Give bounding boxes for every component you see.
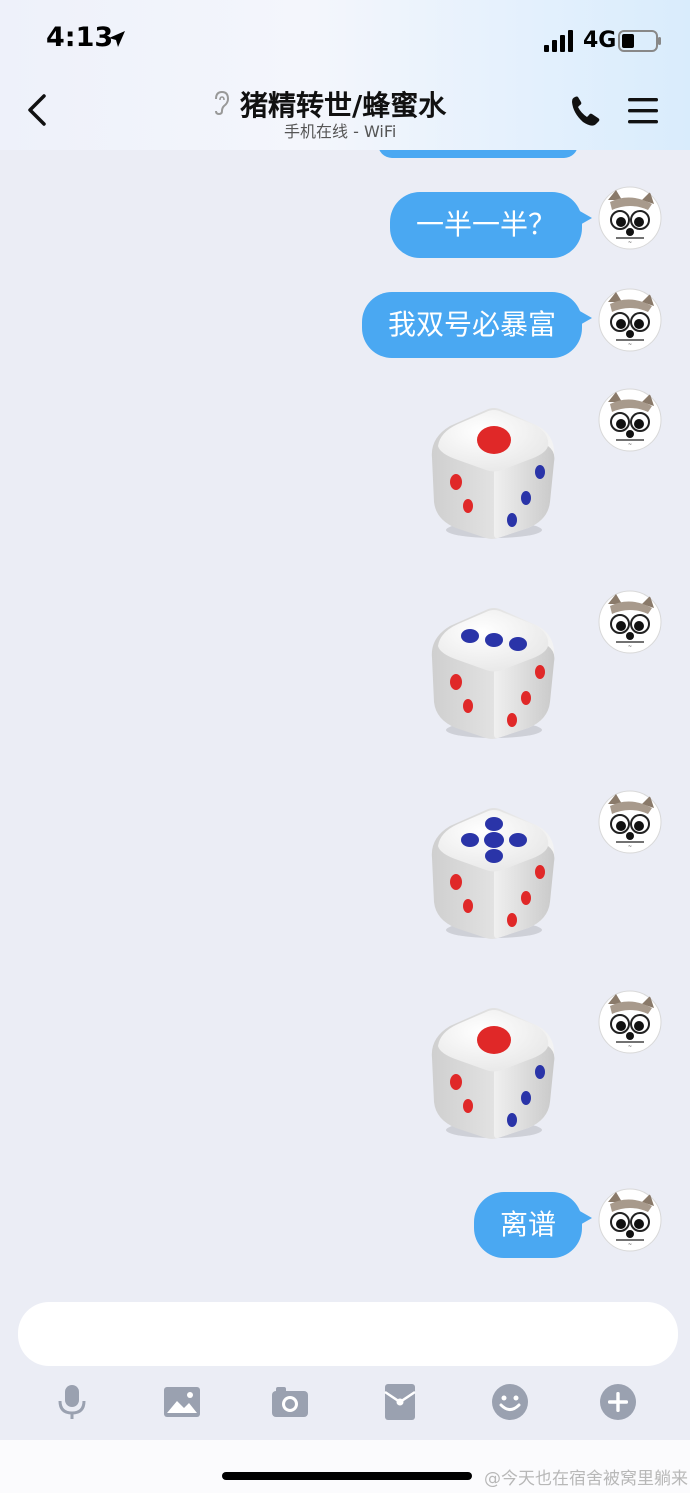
location-arrow-icon <box>109 31 125 47</box>
avatar[interactable] <box>598 1188 662 1252</box>
home-indicator[interactable] <box>222 1472 472 1480</box>
message-input[interactable] <box>18 1302 678 1366</box>
menu-icon[interactable] <box>626 96 660 126</box>
microphone-icon[interactable] <box>52 1382 92 1422</box>
ear-icon <box>215 90 230 116</box>
avatar[interactable] <box>598 990 662 1054</box>
home-indicator-area: @今天也在宿舍被窝里躺来 <box>0 1440 690 1493</box>
top-bar: 4:13 4G 猪精转世/蜂蜜水 手机在线 - WiFi <box>0 0 690 150</box>
camera-icon[interactable] <box>270 1382 310 1422</box>
signal-icon <box>544 30 573 52</box>
image-icon[interactable] <box>162 1382 202 1422</box>
dice-message[interactable] <box>428 602 558 742</box>
input-bar <box>0 1290 690 1440</box>
watermark: @今天也在宿舍被窝里躺来 <box>484 1469 688 1489</box>
avatar[interactable] <box>598 186 662 250</box>
avatar[interactable] <box>598 590 662 654</box>
status-time: 4:13 <box>46 22 114 53</box>
message-bubble[interactable]: 离谱 <box>473 1192 593 1258</box>
plus-icon[interactable] <box>598 1382 638 1422</box>
red-packet-icon[interactable] <box>380 1382 420 1422</box>
message-bubble[interactable]: 一半一半？ <box>389 192 593 258</box>
chat-message-list[interactable]: 一半一半？ 我双号必暴富 离谱 <box>0 0 690 1290</box>
dice-message[interactable] <box>428 1002 558 1142</box>
battery-icon <box>618 30 661 52</box>
message-bubble[interactable]: 我双号必暴富 <box>361 292 593 358</box>
network-type: 4G <box>583 28 617 53</box>
chat-status-subtitle: 手机在线 - WiFi <box>284 122 397 141</box>
avatar[interactable] <box>598 288 662 352</box>
avatar[interactable] <box>598 790 662 854</box>
dice-message[interactable] <box>428 802 558 942</box>
emoji-icon[interactable] <box>490 1382 530 1422</box>
dice-message[interactable] <box>428 402 558 542</box>
avatar[interactable] <box>598 388 662 452</box>
back-chevron-icon[interactable] <box>24 92 52 128</box>
phone-call-icon[interactable] <box>568 94 602 128</box>
